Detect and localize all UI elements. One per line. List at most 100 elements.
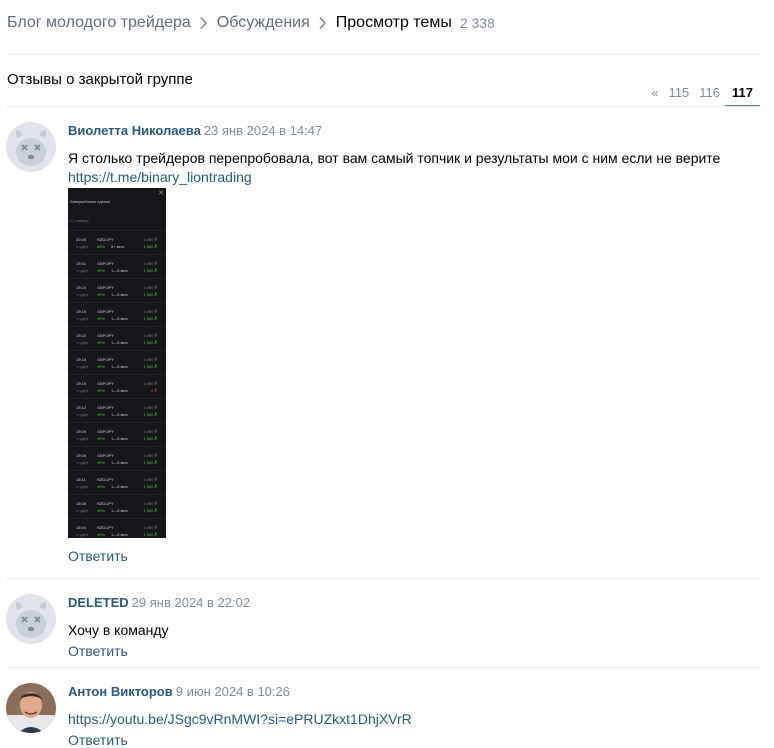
trade-count: 1 сдел. [76, 412, 90, 417]
pagination-prev[interactable]: « [646, 84, 663, 107]
divider [6, 106, 761, 107]
trade-pair: NZD/JPY [97, 237, 114, 242]
close-icon: ✕ [158, 190, 164, 197]
trade-count: 1 сдел. [76, 364, 90, 369]
comment-text: Хочу в команду [68, 622, 169, 638]
trade-amount: 1,000 ₽ [143, 429, 157, 434]
reply-link[interactable]: Ответить [68, 732, 761, 748]
trade-count: 1 сдел. [76, 388, 90, 393]
screenshot-day: 22 января [70, 218, 89, 223]
trade-count: 1 сдел. [76, 484, 90, 489]
pagination: « 115 116 117 [646, 81, 760, 107]
trade-row: 19:12 GBP/JPY 1,000 ₽ 1 сдел. 95% 1—5 мин. 1,9… [68, 398, 166, 421]
trade-count: 1 сдел. [76, 340, 90, 345]
trade-amount: 1,000 ₽ [143, 405, 157, 410]
trade-duration: 1—5 мин. [111, 364, 129, 369]
trade-duration: 1—5 мин. [111, 460, 129, 465]
trade-time: 19:15 [76, 381, 87, 386]
trade-row: 19:15 GBP/JPY 1,000 ₽ 1 сдел. 95% 1—5 мин. 1,9… [68, 302, 166, 325]
trade-percent: 95% [97, 436, 106, 441]
breadcrumb-group-link[interactable]: Блог молодого трейдера [7, 14, 191, 32]
trade-duration: 1—5 мин. [111, 292, 129, 297]
comment-link[interactable]: https://youtu.be/JSgc9vRnMWI?si=ePRUZkxt… [68, 710, 761, 729]
trade-amount: 1,000 ₽ [143, 453, 157, 458]
trade-result: 1,880 ₽ [143, 244, 157, 249]
deactivated-dog-avatar-icon[interactable] [6, 122, 56, 172]
comment-text: Я столько трейдеров перепробовала, вот в… [68, 150, 721, 166]
divider [6, 54, 761, 55]
trade-amount: 1,000 ₽ [143, 261, 157, 266]
trade-percent: 95% [97, 532, 106, 537]
trade-percent: 95% [97, 484, 106, 489]
pagination-page[interactable]: 116 [694, 84, 725, 107]
trade-result: 1,950 ₽ [143, 364, 157, 369]
trade-result: 1,950 ₽ [143, 292, 157, 297]
comment-body: DELETED 29 янв 2024 в 22:02 Хочу в команд… [68, 594, 761, 659]
trade-row: 19:18 GBP/JPY 1,000 ₽ 1 сдел. 95% 1—5 мин. 1,9… [68, 350, 166, 373]
comment-date[interactable]: 29 янв 2024 в 22:02 [132, 595, 250, 610]
trade-percent: 95% [97, 268, 106, 273]
deactivated-dog-avatar-icon[interactable] [6, 594, 56, 644]
pagination-page[interactable]: 115 [664, 84, 695, 107]
trade-pair: GBP/JPY [97, 453, 114, 458]
trade-count: 1 сдел. [76, 436, 90, 441]
trade-time: 19:06 [76, 453, 87, 458]
comment-author[interactable]: Виолетта Николаева [68, 123, 201, 138]
trade-duration: 1—5 мин. [111, 340, 129, 345]
trade-row: 19:31 GBP/JPY 1,000 ₽ 1 сдел. 95% 1—5 мин. 1,9… [68, 254, 166, 277]
trade-row: 16:04 NZD/JPY 1,000 ₽ 1 сдел. 95% 1—5 мин. 1,9… [68, 518, 166, 538]
trade-percent: 95% [97, 316, 106, 321]
trade-percent: 95% [97, 508, 106, 513]
trade-result: 1,950 ₽ [143, 508, 157, 513]
breadcrumb: Блог молодого трейдера Обсуждения Просмо… [7, 12, 495, 34]
breadcrumb-current: Просмотр темы [335, 14, 452, 31]
user-photo-avatar[interactable] [6, 683, 56, 733]
pagination-current-page[interactable]: 117 [725, 84, 760, 107]
trade-result: 1,950 ₽ [143, 484, 157, 489]
trade-result: 1,950 ₽ [143, 340, 157, 345]
trade-percent: 95% [97, 292, 106, 297]
trade-time: 16:11 [76, 477, 86, 482]
trade-count: 1 сдел. [76, 268, 90, 273]
comment-author[interactable]: Антон Викторов [68, 684, 173, 699]
trade-pair: GBP/JPY [97, 261, 114, 266]
reply-link[interactable]: Ответить [68, 548, 128, 564]
trade-time: 19:31 [76, 261, 87, 266]
reply-link[interactable]: Ответить [68, 643, 761, 659]
trade-duration: 1—5 мин. [111, 268, 129, 273]
trade-row: 19:24 GBP/JPY 1,000 ₽ 1 сдел. 95% 1—5 мин. 1,9… [68, 278, 166, 301]
trade-result: 1,950 ₽ [143, 412, 157, 417]
trade-time: 16:04 [76, 525, 87, 530]
trade-pair: GBP/JPY [97, 309, 114, 314]
trade-time: 16:08 [76, 501, 87, 506]
trade-pair: GBP/JPY [97, 333, 114, 338]
divider [6, 667, 761, 668]
comment-author[interactable]: DELETED [68, 595, 129, 610]
comment-post: Антон Викторов 9 июн 2024 в 10:26 https:/… [6, 683, 761, 748]
trade-pair: GBP/JPY [97, 381, 114, 386]
trade-row: 20:45 NZD/JPY 1,000 ₽ 1 сдел. 88% 5+ мин. 1,88… [68, 230, 166, 253]
trade-amount: 1,000 ₽ [143, 237, 157, 242]
trade-pair: GBP/JPY [97, 357, 114, 362]
trade-percent: 95% [97, 460, 106, 465]
comment-date[interactable]: 23 янв 2024 в 14:47 [204, 123, 322, 138]
trade-count: 1 сдел. [76, 292, 90, 297]
comment-date[interactable]: 9 июн 2024 в 10:26 [176, 684, 290, 699]
trade-duration: 1—5 мин. [111, 532, 129, 537]
comment-post: Виолетта Николаева 23 янв 2024 в 14:47 Я … [6, 122, 761, 572]
breadcrumb-discussions-link[interactable]: Обсуждения [217, 14, 310, 32]
trade-amount: 1,000 ₽ [143, 381, 157, 386]
trade-count: 1 сдел. [76, 316, 90, 321]
comment-link[interactable]: https://t.me/binary_liontrading [68, 168, 761, 187]
trade-result: 1,950 ₽ [143, 436, 157, 441]
trade-history-screenshot[interactable]: ✕ Завершённые сделки 22 января 20:45 NZD/… [68, 188, 166, 538]
trade-pair: GBP/JPY [97, 429, 114, 434]
trade-time: 19:12 [76, 405, 87, 410]
trade-percent: 95% [97, 340, 106, 345]
comment-body: Антон Викторов 9 июн 2024 в 10:26 https:/… [68, 683, 761, 748]
divider [6, 578, 761, 579]
trade-result: 1,950 ₽ [143, 460, 157, 465]
trade-percent: 95% [97, 364, 106, 369]
trade-duration: 1—5 мин. [111, 388, 129, 393]
chevron-right-icon [310, 13, 336, 33]
